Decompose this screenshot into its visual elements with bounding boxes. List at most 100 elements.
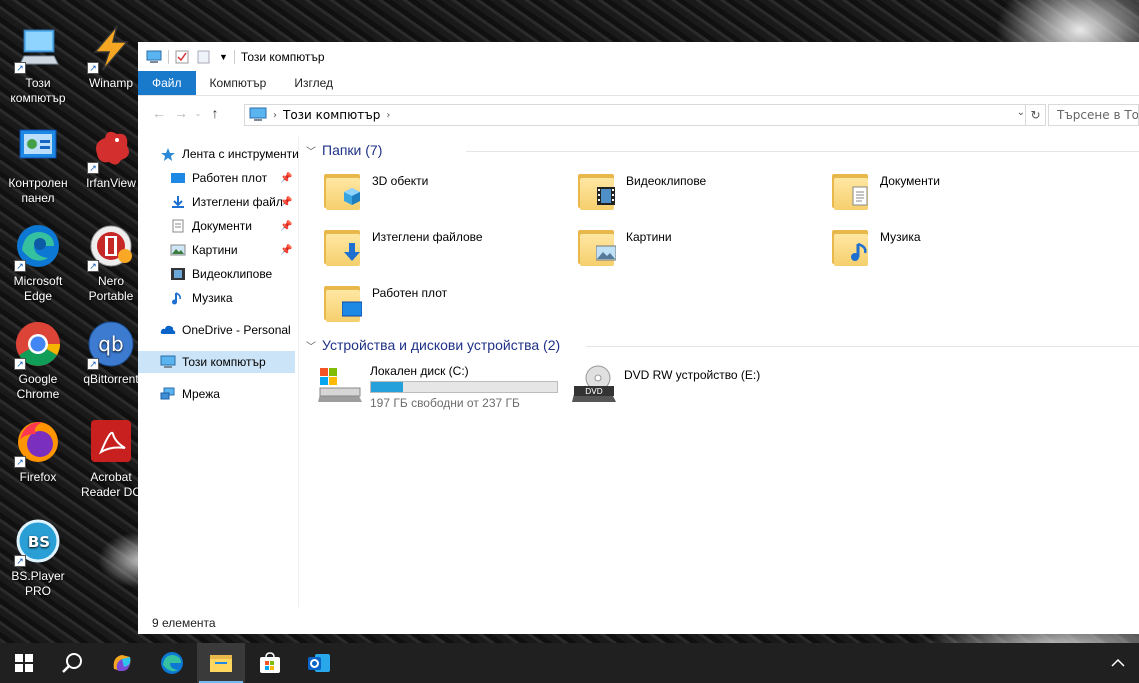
nav-label: Изтеглени файл xyxy=(192,195,283,209)
store-icon xyxy=(260,652,280,673)
refresh-icon[interactable]: ↻ xyxy=(1025,105,1045,125)
divider xyxy=(233,50,235,64)
irfanview-icon: ↗ xyxy=(87,124,135,174)
hard-drive-icon xyxy=(318,364,362,404)
forward-button[interactable]: → xyxy=(170,102,192,124)
desktop-icon xyxy=(170,171,186,185)
control-panel-icon xyxy=(14,124,62,172)
folder-documents[interactable]: Документи xyxy=(832,170,940,212)
document-icon xyxy=(170,219,186,233)
nav-network[interactable]: Мрежа xyxy=(160,383,220,405)
address-bar[interactable]: › Този компютър › ⌄ ↻ xyxy=(244,104,1046,126)
drive-name: DVD RW устройство (E:) xyxy=(624,368,761,382)
drive-c[interactable]: Локален диск (C:) 197 ГБ свободни от 237… xyxy=(318,364,558,410)
folder-label: 3D обекти xyxy=(372,174,429,188)
nav-label: Лента с инструменти xyxy=(182,147,299,161)
taskbar-outlook[interactable] xyxy=(295,643,343,683)
dvd-drive-icon: DVD xyxy=(572,364,616,404)
music-icon xyxy=(851,242,867,261)
nav-onedrive[interactable]: OneDrive - Personal xyxy=(160,319,291,341)
pin-icon: 📌 xyxy=(280,245,293,256)
nav-quick-access[interactable]: Лента с инструменти xyxy=(160,143,299,165)
divider xyxy=(168,50,169,64)
folder-label: Документи xyxy=(880,174,940,188)
desktop-icon-firefox[interactable]: ↗ Firefox xyxy=(0,418,76,485)
folder-3d-objects[interactable]: 3D обекти xyxy=(324,170,428,212)
tab-view[interactable]: Изглед xyxy=(280,71,347,95)
desktop-icon xyxy=(342,301,362,317)
folder-pictures[interactable]: Картини xyxy=(578,226,672,268)
folder-icon xyxy=(324,226,364,268)
desktop-icon-control-panel[interactable]: Контролен панел xyxy=(0,124,76,206)
taskbar-edge[interactable] xyxy=(148,643,196,683)
nav-item-videos[interactable]: Видеоклипове xyxy=(170,263,272,285)
folder-label: Картини xyxy=(626,230,672,244)
nav-item-pictures[interactable]: Картини xyxy=(170,239,238,261)
breadcrumb-chevron-icon[interactable]: › xyxy=(273,110,277,121)
drive-usage-fill xyxy=(371,382,403,392)
folder-desktop[interactable]: Работен плот xyxy=(324,282,447,324)
nav-label: Работен плот xyxy=(192,171,268,185)
taskbar-file-explorer[interactable] xyxy=(197,643,245,683)
taskbar-store[interactable] xyxy=(246,643,294,683)
show-hidden-icons-button[interactable] xyxy=(1097,643,1139,683)
shortcut-arrow-icon: ↗ xyxy=(87,62,99,74)
nav-label: Документи xyxy=(192,219,252,233)
breadcrumb-chevron-icon[interactable]: › xyxy=(386,110,390,121)
new-folder-icon[interactable] xyxy=(197,50,213,64)
nav-this-pc[interactable]: Този компютър xyxy=(138,351,295,373)
drive-name: Локален диск (C:) xyxy=(370,364,469,378)
folder-videos[interactable]: Видеоклипове xyxy=(578,170,706,212)
divider xyxy=(586,346,1139,347)
devices-group-header[interactable]: ﹀ Устройства и дискови устройства (2) xyxy=(306,337,1139,353)
window-title: Този компютър xyxy=(240,50,325,64)
nav-item-music[interactable]: Музика xyxy=(170,287,233,309)
pin-icon: 📌 xyxy=(280,221,293,232)
tab-file[interactable]: Файл xyxy=(138,71,196,95)
nav-label: OneDrive - Personal xyxy=(182,323,291,337)
properties-icon[interactable] xyxy=(175,50,191,64)
customize-quick-access-icon[interactable]: ▼ xyxy=(219,52,228,62)
breadcrumb-this-pc[interactable]: Този компютър xyxy=(283,108,380,122)
nav-item-downloads[interactable]: Изтеглени файл xyxy=(170,191,283,213)
recent-locations-button[interactable]: ⌄ xyxy=(192,102,204,124)
svg-text:BS: BS xyxy=(28,533,50,551)
landscape-icon xyxy=(596,245,616,261)
folder-label: Работен плот xyxy=(372,286,448,300)
copilot-button[interactable] xyxy=(98,643,146,683)
folder-downloads[interactable]: Изтеглени файлове xyxy=(324,226,483,268)
nav-item-desktop[interactable]: Работен плот xyxy=(170,167,267,189)
star-icon xyxy=(160,147,176,161)
shortcut-arrow-icon: ↗ xyxy=(87,260,99,272)
desktop-icon-edge[interactable]: ↗ Microsoft Edge xyxy=(0,222,76,304)
tab-computer[interactable]: Компютър xyxy=(196,71,281,95)
svg-text:DVD: DVD xyxy=(585,387,603,396)
desktop-icon-chrome[interactable]: ↗ Google Chrome xyxy=(0,320,76,402)
nav-label: Музика xyxy=(192,291,233,305)
nav-item-documents[interactable]: Документи xyxy=(170,215,252,237)
folders-group-header[interactable]: ﹀ Папки (7) xyxy=(306,142,1139,158)
back-button[interactable]: ← xyxy=(148,102,170,124)
desktop-icon-bsplayer[interactable]: BS ↗ BS.Player PRO xyxy=(0,517,76,599)
desktop-icon-this-pc[interactable]: ↗ Този компютър xyxy=(0,24,76,106)
search-input[interactable]: Търсене в Този компютър xyxy=(1048,104,1139,126)
folder-music[interactable]: Музика xyxy=(832,226,921,268)
network-icon xyxy=(160,387,176,401)
shortcut-arrow-icon: ↗ xyxy=(14,62,26,74)
pin-icon: 📌 xyxy=(280,173,293,184)
folder-label: Изтеглени файлове xyxy=(372,230,483,244)
desktop-icon-label: Microsoft Edge xyxy=(13,274,63,303)
desktop-icon-label: Firefox xyxy=(19,470,57,484)
nav-label: Картини xyxy=(192,243,238,257)
shortcut-arrow-icon: ↗ xyxy=(14,456,26,468)
drive-e[interactable]: DVD DVD RW устройство (E:) xyxy=(572,364,760,404)
computer-icon xyxy=(160,355,176,369)
folder-icon xyxy=(324,282,364,324)
search-button[interactable] xyxy=(48,643,96,683)
up-button[interactable]: ↑ xyxy=(204,102,226,124)
address-dropdown-icon[interactable]: ⌄ xyxy=(1017,107,1025,118)
nav-label: Видеоклипове xyxy=(192,267,273,281)
start-button[interactable] xyxy=(0,643,48,683)
pictures-icon xyxy=(170,243,186,257)
chevron-up-icon xyxy=(1111,658,1125,667)
